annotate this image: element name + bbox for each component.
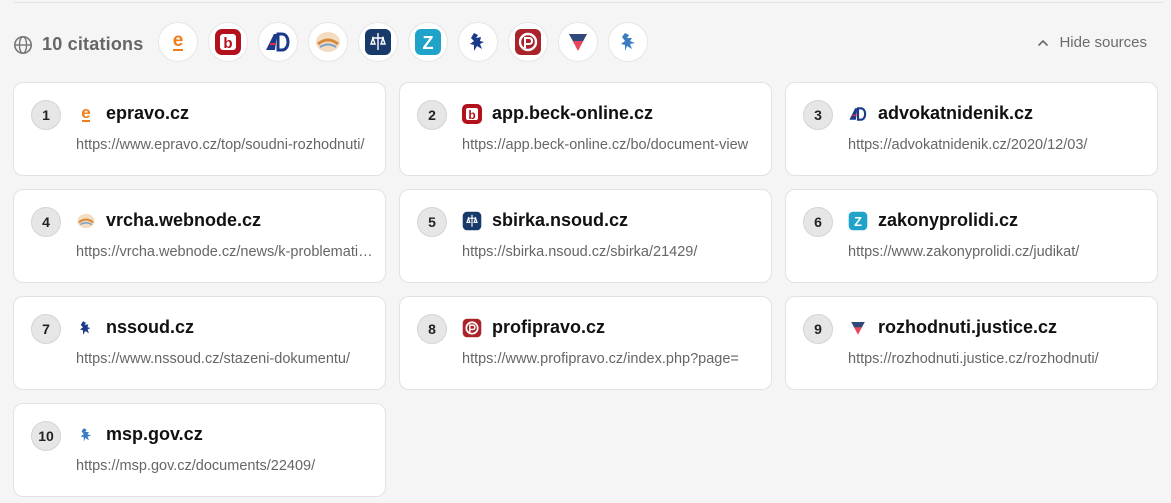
msp-icon[interactable] (608, 22, 648, 62)
epravo-icon[interactable]: e (158, 22, 198, 62)
msp-icon (76, 425, 96, 445)
svg-text:Z: Z (423, 33, 434, 53)
sources-grid: 1 e epravo.cz https://www.epravo.cz/top/… (13, 82, 1158, 497)
source-url: https://rozhodnuti.justice.cz/rozhodnuti… (848, 351, 1099, 367)
citation-number: 5 (417, 207, 447, 237)
source-card[interactable]: 3 advokatnidenik.cz https://advokatniden… (785, 82, 1158, 176)
epravo-icon: e (76, 104, 96, 124)
favicon-strip: e b Z (158, 22, 648, 62)
citation-number: 1 (31, 100, 61, 130)
nsoud-icon (462, 211, 482, 231)
source-card[interactable]: 2 b app.beck-online.cz https://app.beck-… (399, 82, 772, 176)
source-card[interactable]: 6 Z zakonyprolidi.cz https://www.zakonyp… (785, 189, 1158, 283)
top-divider (14, 0, 1163, 3)
chevron-up-icon (1037, 37, 1049, 49)
citation-number: 8 (417, 314, 447, 344)
source-domain: msp.gov.cz (106, 424, 203, 444)
source-domain: sbirka.nsoud.cz (492, 210, 629, 230)
citation-number: 10 (31, 421, 61, 451)
source-domain: epravo.cz (106, 103, 190, 123)
source-domain: profipravo.cz (492, 317, 606, 337)
source-card[interactable]: 4 vrcha.webnode.cz https://vrcha.webnode… (13, 189, 386, 283)
beck-icon[interactable]: b (208, 22, 248, 62)
citations-count: 10 citations (42, 34, 144, 54)
citation-number: 2 (417, 100, 447, 130)
citations-header: 10 citations e b Z Hide sources (0, 22, 1171, 66)
svg-text:e: e (173, 30, 184, 51)
vrcha-icon (76, 211, 96, 231)
source-url: https://vrcha.webnode.cz/news/k-problema… (76, 244, 374, 260)
source-url: https://app.beck-online.cz/bo/document-v… (462, 137, 749, 153)
svg-text:b: b (468, 108, 475, 122)
citation-number: 9 (803, 314, 833, 344)
beck-icon: b (462, 104, 482, 124)
globe-icon (13, 35, 33, 55)
citation-number: 3 (803, 100, 833, 130)
profipravo-icon[interactable] (508, 22, 548, 62)
zakonyprolidi-icon[interactable]: Z (408, 22, 448, 62)
justice-icon (848, 318, 868, 338)
citation-number: 6 (803, 207, 833, 237)
vrcha-icon[interactable] (308, 22, 348, 62)
justice-icon[interactable] (558, 22, 598, 62)
source-domain: zakonyprolidi.cz (878, 210, 1019, 230)
source-card[interactable]: 8 profipravo.cz https://www.profipravo.c… (399, 296, 772, 390)
source-card[interactable]: 5 sbirka.nsoud.cz https://sbirka.nsoud.c… (399, 189, 772, 283)
nsoud-sbirka-icon[interactable] (358, 22, 398, 62)
source-domain: app.beck-online.cz (492, 103, 654, 123)
advokatnidenik-icon (848, 104, 868, 124)
source-domain: nssoud.cz (106, 317, 195, 337)
source-card[interactable]: 1 e epravo.cz https://www.epravo.cz/top/… (13, 82, 386, 176)
source-domain: vrcha.webnode.cz (106, 210, 262, 230)
source-card[interactable]: 10 msp.gov.cz https://msp.gov.cz/documen… (13, 403, 386, 497)
source-url: https://msp.gov.cz/documents/22409/ (76, 458, 316, 474)
source-card[interactable]: 9 rozhodnuti.justice.cz https://rozhodnu… (785, 296, 1158, 390)
hide-sources-button[interactable]: Hide sources (1037, 34, 1147, 51)
svg-text:e: e (81, 104, 90, 122)
svg-text:b: b (223, 35, 232, 52)
hide-sources-label: Hide sources (1059, 34, 1147, 51)
source-url: https://www.nssoud.cz/stazeni-dokumentu/ (76, 351, 351, 367)
source-domain: advokatnidenik.cz (878, 103, 1034, 123)
profipravo-icon (462, 318, 482, 338)
source-url: https://www.epravo.cz/top/soudni-rozhodn… (76, 137, 365, 153)
source-url: https://www.zakonyprolidi.cz/judikat/ (848, 244, 1080, 260)
citation-number: 4 (31, 207, 61, 237)
nssoud-icon[interactable] (458, 22, 498, 62)
source-url: https://www.profipravo.cz/index.php?page… (462, 351, 739, 367)
svg-text:Z: Z (854, 214, 862, 229)
nssoud-icon (76, 318, 96, 338)
citation-number: 7 (31, 314, 61, 344)
source-url: https://advokatnidenik.cz/2020/12/03/ (848, 137, 1088, 153)
source-domain: rozhodnuti.justice.cz (878, 317, 1058, 337)
source-card[interactable]: 7 nssoud.cz https://www.nssoud.cz/stazen… (13, 296, 386, 390)
zakonyprolidi-icon: Z (848, 211, 868, 231)
source-url: https://sbirka.nsoud.cz/sbirka/21429/ (462, 244, 698, 260)
advokatnidenik-icon[interactable] (258, 22, 298, 62)
